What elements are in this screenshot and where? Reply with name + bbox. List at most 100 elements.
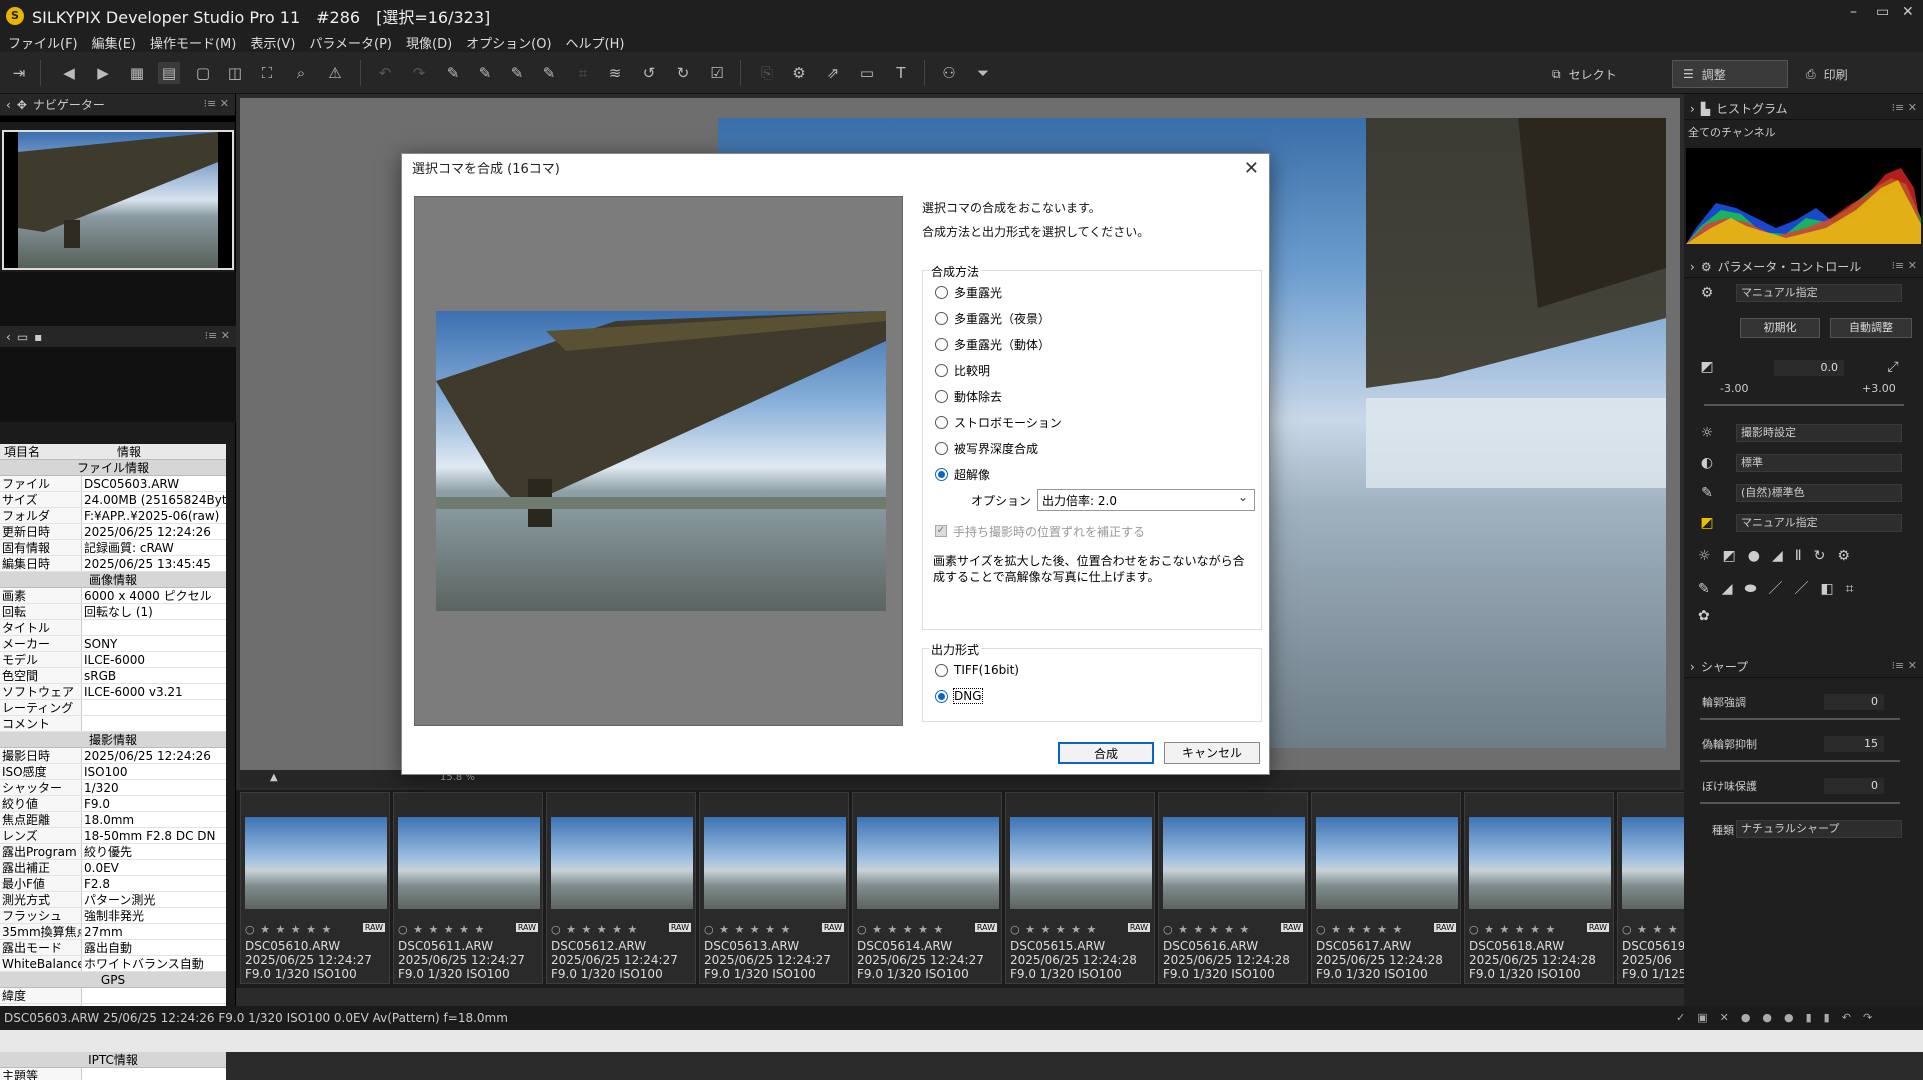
method-radio-row[interactable]: 動体除去	[935, 383, 1261, 409]
rating-stars[interactable]: ○ ★ ★ ★ ★ ★	[398, 923, 485, 936]
method-radio[interactable]	[935, 285, 948, 299]
method-radio[interactable]	[935, 415, 948, 429]
forward-icon[interactable]: ▶	[92, 62, 114, 84]
heal-icon[interactable]: ✿	[1698, 608, 1710, 624]
method-radio[interactable]	[935, 311, 948, 325]
info-row[interactable]: 主題等	[0, 1068, 226, 1080]
batch-develop-icon[interactable]: ⚙	[788, 62, 810, 84]
panel-controls[interactable]: ⁝≡ ✕	[204, 97, 229, 110]
check-icon[interactable]: ☑	[706, 62, 728, 84]
menu-develop[interactable]: 現像(D)	[406, 33, 452, 52]
output-radio-row[interactable]: DNG	[935, 683, 1261, 709]
mode-print-button[interactable]: ⎙ 印刷	[1796, 60, 1908, 88]
copy-param-icon[interactable]: ✎	[442, 62, 464, 84]
method-radio-row[interactable]: 多重露光	[935, 279, 1261, 305]
menu-mode[interactable]: 操作モード(M)	[150, 33, 236, 52]
curve-icon[interactable]: ◩	[1698, 514, 1716, 532]
info-row[interactable]: ソフトウェア ILCE-6000 v3.21	[0, 684, 226, 700]
color-icon[interactable]: ✎	[1698, 484, 1716, 502]
outline-slider[interactable]	[1700, 718, 1900, 720]
wb-icon[interactable]: ☼	[1698, 424, 1716, 442]
info-row[interactable]: WhiteBalance ホワイトバランス自動	[0, 956, 226, 972]
filter-icon[interactable]: ⏷	[972, 62, 994, 84]
info-row[interactable]: 露出モード 露出自動	[0, 940, 226, 956]
init-button[interactable]: 初期化	[1740, 318, 1820, 338]
filmstrip-thumbnail[interactable]: ○ ★ ★ ★ ★ ★ RAW DSC05613.ARW 2025/06/25 12:…	[699, 792, 849, 984]
fullscreen-icon[interactable]: ⛶	[256, 62, 278, 84]
method-radio-row[interactable]: 多重露光（動体）	[935, 331, 1261, 357]
info-row[interactable]: メーカー SONY	[0, 636, 226, 652]
status-icons[interactable]: ✓▣✕●●●▮▮↶↷	[1676, 1006, 1884, 1030]
rating-stars[interactable]: ○ ★ ★ ★ ★ ★	[551, 923, 638, 936]
rating-stars[interactable]: ○ ★ ★ ★ ★ ★	[1010, 923, 1097, 936]
method-radio[interactable]	[935, 389, 948, 403]
panel-controls[interactable]: ⁝≡ ✕	[1892, 101, 1917, 114]
panel-controls[interactable]: ⁝≡ ✕	[205, 329, 230, 342]
menu-edit[interactable]: 編集(E)	[92, 33, 136, 52]
folder-icon[interactable]: ▭	[17, 330, 28, 344]
output-radio[interactable]	[935, 689, 948, 703]
rotate-right-icon[interactable]: ↻	[672, 62, 694, 84]
option-dropdown[interactable]: 出力倍率: 2.0	[1037, 489, 1256, 511]
rotate-left-icon[interactable]: ↺	[638, 62, 660, 84]
rating-stars[interactable]: ○ ★ ★ ★ ★ ★	[857, 923, 944, 936]
dialog-close-button[interactable]: ✕	[1244, 158, 1259, 179]
blur-protect-value[interactable]: 0	[1824, 778, 1884, 794]
undo-icon[interactable]: ↶	[374, 62, 396, 84]
method-radio-row[interactable]: 比較明	[935, 357, 1261, 383]
info-row[interactable]: 編集日時 2025/06/25 13:45:45	[0, 556, 226, 572]
info-row[interactable]: 回転 回転なし (1)	[0, 604, 226, 620]
redo-icon[interactable]: ↷	[408, 62, 430, 84]
rating-stars[interactable]: ○ ★ ★ ★ ★ ★	[704, 923, 791, 936]
warning-icon[interactable]: ⚠	[324, 62, 346, 84]
sharp-type-dropdown[interactable]: ナチュラルシャープ	[1736, 820, 1902, 838]
collapse-icon[interactable]: ‹	[6, 330, 11, 344]
filmstrip-thumbnail[interactable]: ○ ★ ★ ★ ★ ★ RAW DSC05617.ARW 2025/06/25 12:…	[1311, 792, 1461, 984]
tool-icons-row2[interactable]: ✎◢⬬／／◧⌗	[1698, 578, 1866, 598]
info-row[interactable]: ISO感度 ISO100	[0, 764, 226, 780]
false-outline-slider[interactable]	[1700, 760, 1900, 762]
search-person-icon[interactable]: ⚇	[938, 62, 960, 84]
info-row[interactable]: 色空間 sRGB	[0, 668, 226, 684]
color-dropdown[interactable]: (自然)標準色	[1736, 484, 1902, 502]
info-row[interactable]: シャッター 1/320	[0, 780, 226, 796]
info-row[interactable]: レンズ 18-50mm F2.8 DC DN	[0, 828, 226, 844]
info-row[interactable]: 露出Program 絞り優先	[0, 844, 226, 860]
composite-cancel-button[interactable]: キャンセル	[1164, 742, 1260, 764]
crop-icon[interactable]: ⌗	[572, 62, 594, 84]
info-row[interactable]: タイトル	[0, 620, 226, 636]
filmstrip-thumbnail[interactable]: ○ ★ ★ ★ ★ ★ RAW DSC05614.ARW 2025/06/25 12:…	[852, 792, 1002, 984]
gear-icon[interactable]: ⚙	[1698, 284, 1716, 302]
comment-icon[interactable]: ▪	[34, 330, 42, 344]
close-window-button[interactable]: ✕	[1902, 4, 1914, 20]
panel-controls[interactable]: ⁝≡ ✕	[1892, 259, 1917, 272]
mode-select-button[interactable]: ⧉ セレクト	[1542, 60, 1654, 88]
info-row[interactable]: ファイル DSC05603.ARW	[0, 476, 226, 492]
info-row[interactable]: 絞り値 F9.0	[0, 796, 226, 812]
menu-view[interactable]: 表示(V)	[250, 33, 295, 52]
monitor-icon[interactable]: ▭	[856, 62, 878, 84]
filmstrip-thumbnail[interactable]: ○ ★ ★ ★ ★ ★ RAW DSC05618.ARW 2025/06/25 12:…	[1464, 792, 1614, 984]
paste-param-icon[interactable]: ✎	[474, 62, 496, 84]
false-outline-value[interactable]: 15	[1824, 736, 1884, 752]
param-history-icon[interactable]: ✎	[538, 62, 560, 84]
channel-select[interactable]: 全てのチャンネル	[1688, 124, 1776, 140]
info-row[interactable]: フォルダ F:¥APP..¥2025-06(raw)	[0, 508, 226, 524]
maximize-button[interactable]: ▭	[1876, 4, 1889, 20]
expand-exposure-icon[interactable]: ⤢	[1884, 358, 1902, 376]
filmstrip-thumbnail[interactable]: ○ ★ ★ ★ ★ ★ RAW DSC05616.ARW 2025/06/25 12:…	[1158, 792, 1308, 984]
info-row[interactable]: モデル ILCE-6000	[0, 652, 226, 668]
share-icon[interactable]: ⇗	[822, 62, 844, 84]
info-row[interactable]: フラッシュ 強制非発光	[0, 908, 226, 924]
info-row[interactable]: 固有情報 記録画質: cRAW	[0, 540, 226, 556]
expand-icon[interactable]: ›	[1690, 102, 1695, 116]
export-icon[interactable]: ⇥	[8, 62, 30, 84]
wb-dropdown[interactable]: 撮影時設定	[1736, 424, 1902, 442]
info-row[interactable]: 最小F値 F2.8	[0, 876, 226, 892]
tone-dropdown[interactable]: 標準	[1736, 454, 1902, 472]
back-icon[interactable]: ◀	[58, 62, 80, 84]
navigator-thumbnail[interactable]	[2, 130, 234, 270]
expand-icon[interactable]: ›	[1690, 260, 1695, 274]
info-row[interactable]: 画素 6000 x 4000 ピクセル	[0, 588, 226, 604]
filmstrip-thumbnail[interactable]: ○ ★ ★ ★ ★ ★ RAW DSC05615.ARW 2025/06/25 12:…	[1005, 792, 1155, 984]
